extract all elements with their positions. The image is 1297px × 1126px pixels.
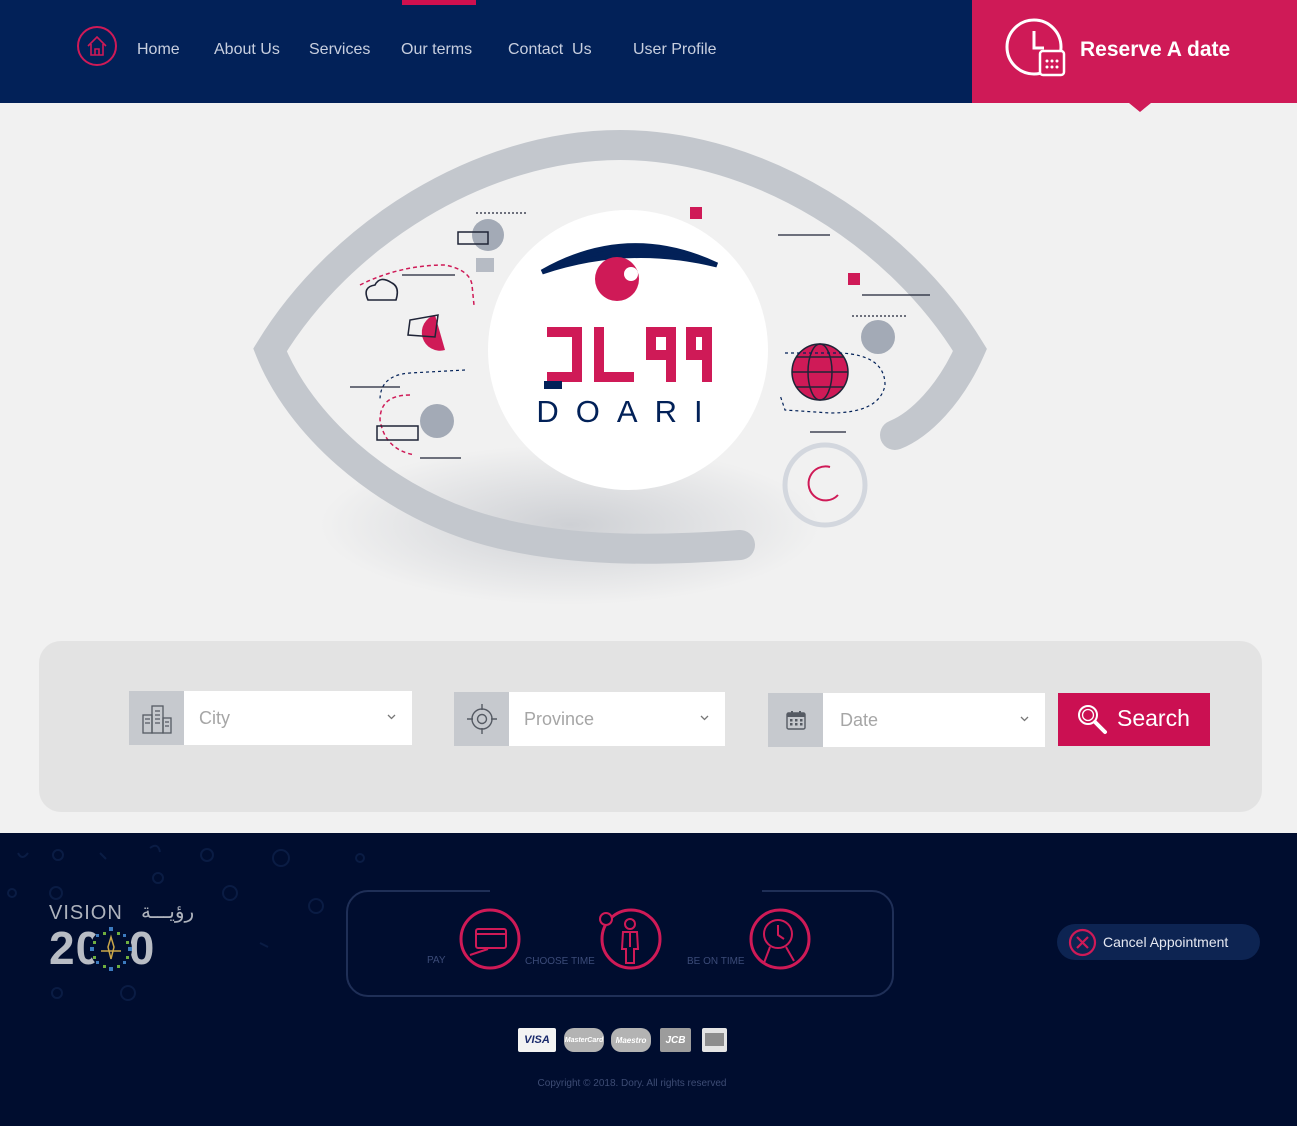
calendar-icon bbox=[768, 693, 823, 747]
nav-about-us[interactable]: About Us bbox=[214, 41, 280, 59]
hero-illustration: DOARI bbox=[240, 125, 1020, 615]
amex-card-icon bbox=[702, 1028, 727, 1052]
footer: VISION رؤيـــة 2030 PAY CHOOSE TIME BE O… bbox=[0, 833, 1297, 1126]
search-label: Search bbox=[1117, 705, 1190, 731]
jcb-card-icon: JCB bbox=[660, 1028, 691, 1052]
businessman-clock-icon bbox=[599, 908, 662, 970]
copyright-text: Copyright © 2018. Dory. All rights reser… bbox=[537, 1078, 727, 1089]
visa-card-icon: VISA bbox=[518, 1028, 556, 1052]
cancel-appointment-label: Cancel Appointment bbox=[1103, 934, 1229, 950]
province-select[interactable]: Province bbox=[509, 692, 725, 746]
nav-user-profile[interactable]: User Profile bbox=[633, 41, 717, 59]
maestro-card-icon: Maestro bbox=[611, 1028, 651, 1052]
active-tab-indicator bbox=[402, 0, 476, 5]
city-select[interactable]: City bbox=[184, 691, 412, 745]
step-be-on-time-label: BE ON TIME bbox=[687, 956, 745, 967]
close-circle-icon bbox=[1068, 928, 1097, 957]
nav-home[interactable]: Home bbox=[137, 41, 180, 59]
vision-emblem-icon bbox=[90, 927, 132, 971]
top-navigation-bar: Home About Us Services Our terms Contact… bbox=[0, 0, 1297, 112]
vision-2030-logo: VISION رؤيـــة 2030 bbox=[49, 899, 209, 979]
chevron-down-icon bbox=[700, 715, 709, 721]
nav-contact-us[interactable]: Contact Us bbox=[508, 41, 592, 59]
chevron-down-icon bbox=[387, 714, 396, 720]
nav-our-terms[interactable]: Our terms bbox=[401, 41, 472, 59]
chevron-down-icon bbox=[1020, 716, 1029, 722]
step-pay-label: PAY bbox=[427, 955, 446, 966]
province-placeholder: Province bbox=[524, 709, 595, 729]
reserve-date-label: Reserve A date bbox=[1080, 38, 1231, 61]
location-target-icon bbox=[454, 692, 509, 746]
date-placeholder: Date bbox=[840, 710, 879, 730]
cancel-appointment-button[interactable]: Cancel Appointment bbox=[1057, 924, 1260, 960]
reserve-pointer bbox=[1129, 103, 1151, 112]
nav-services[interactable]: Services bbox=[309, 41, 370, 59]
search-button[interactable]: Search bbox=[1058, 693, 1210, 746]
reserve-date-button[interactable]: Reserve A date bbox=[972, 0, 1297, 112]
clock-calendar-icon bbox=[1005, 18, 1066, 77]
date-select[interactable]: Date bbox=[823, 693, 1045, 747]
city-placeholder: City bbox=[199, 708, 230, 728]
payment-card-icon bbox=[459, 908, 521, 970]
step-choose-time-label: CHOOSE TIME bbox=[525, 956, 595, 967]
search-icon bbox=[1078, 705, 1107, 734]
logo-wordmark: DOARI bbox=[536, 394, 719, 429]
city-building-icon bbox=[129, 691, 184, 745]
home-icon[interactable] bbox=[76, 25, 118, 67]
mastercard-icon: MasterCard bbox=[564, 1028, 604, 1052]
on-time-clock-icon bbox=[749, 908, 811, 970]
